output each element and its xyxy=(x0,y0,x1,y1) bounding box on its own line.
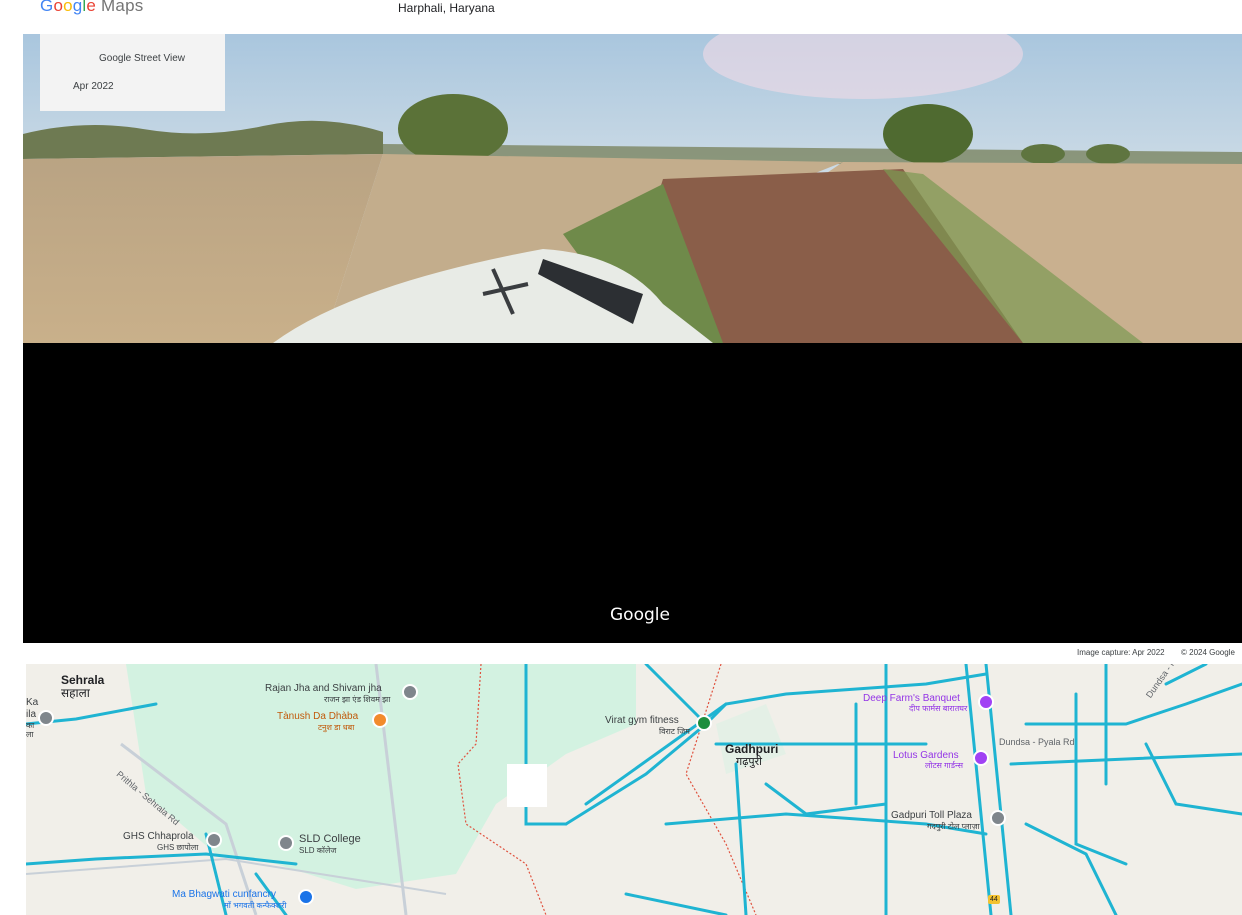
label-toll-hi: गदपुरी टोल प्लाज़ा xyxy=(927,822,980,831)
google-maps-logo[interactable]: Google Maps xyxy=(40,0,143,16)
toll-pin-icon[interactable] xyxy=(990,810,1006,826)
label-tanush-hi: टनुश डा धबा xyxy=(318,723,355,732)
poi-pin[interactable] xyxy=(38,710,54,726)
map-view[interactable]: Sehrala सहाला Ka ila का ला Rajan Jha and… xyxy=(26,664,1242,915)
label-sld: SLD College xyxy=(299,833,361,845)
label-sehrala: Sehrala xyxy=(61,673,105,687)
label-virat: Virat gym fitness xyxy=(605,715,679,726)
label-partial-3: का xyxy=(26,721,35,730)
shop-pin-icon[interactable] xyxy=(298,889,314,905)
label-lotus: Lotus Gardens xyxy=(893,750,959,761)
gym-pin-icon[interactable] xyxy=(696,715,712,731)
top-bar: Google Maps Harphali, Haryana xyxy=(0,0,1242,34)
label-sehrala-hi: सहाला xyxy=(61,686,90,700)
label-bhagwati-hi: माँ भगवती कन्फैक्शरी xyxy=(224,901,287,910)
venue-pin-icon[interactable] xyxy=(973,750,989,766)
street-view-panorama[interactable]: Google Street View Apr 2022 Google xyxy=(23,34,1242,643)
card-date: Apr 2022 xyxy=(73,81,114,92)
image-capture-date: Image capture: Apr 2022 xyxy=(1077,648,1165,657)
venue-pin-icon[interactable] xyxy=(978,694,994,710)
label-ghs: GHS Chhaprola xyxy=(123,831,194,842)
logo-maps-word: Maps xyxy=(101,0,144,15)
label-rajan-hi: राजन झा एंड शिवम झा xyxy=(324,695,391,704)
school-pin-icon[interactable] xyxy=(206,832,222,848)
label-partial-4: ला xyxy=(26,730,34,739)
label-deep-farm: Deep Farm's Banquet xyxy=(863,693,960,704)
label-road-dundsa: Dundsa - Pyala Rd xyxy=(999,737,1075,747)
poi-pin-rajan[interactable] xyxy=(402,684,418,700)
street-view-marker[interactable] xyxy=(507,764,547,807)
label-gadhpuri-hi: गढ़पुरी xyxy=(736,756,762,768)
logo-letter: G xyxy=(40,0,54,15)
label-deep-farm-hi: दीप फार्मस बारातघर xyxy=(909,704,968,713)
label-toll: Gadpuri Toll Plaza xyxy=(891,810,972,821)
place-title: Harphali, Haryana xyxy=(398,1,495,15)
label-bhagwati: Ma Bhagwati cunfancry xyxy=(172,889,276,900)
label-partial-1: Ka xyxy=(26,697,39,708)
logo-letter: g xyxy=(72,0,83,15)
label-tanush: Tànush Da Dhàba xyxy=(277,711,359,722)
label-rajan: Rajan Jha and Shivam jha xyxy=(265,683,382,694)
label-gadhpuri: Gadhpuri xyxy=(725,742,779,756)
map-canvas[interactable] xyxy=(26,664,1242,915)
google-watermark: Google xyxy=(610,605,670,625)
logo-letter: o xyxy=(53,0,64,15)
highway-shield: 44 xyxy=(988,895,1000,904)
label-virat-hi: विराट जिम xyxy=(659,727,690,736)
label-partial-2: ila xyxy=(26,709,37,720)
label-lotus-hi: लोटस गार्डन्स xyxy=(925,761,963,770)
college-pin-icon[interactable] xyxy=(278,835,294,851)
card-title: Google Street View xyxy=(99,53,185,64)
copyright-text: © 2024 Google xyxy=(1181,648,1235,657)
logo-letter: o xyxy=(63,0,73,15)
street-view-info-card: Google Street View Apr 2022 xyxy=(40,34,225,111)
logo-letter: e xyxy=(86,0,97,15)
label-ghs-hi: GHS छापोला xyxy=(157,843,199,852)
label-sld-hi: SLD कॉलेज xyxy=(299,846,337,855)
restaurant-pin-icon[interactable] xyxy=(372,712,388,728)
